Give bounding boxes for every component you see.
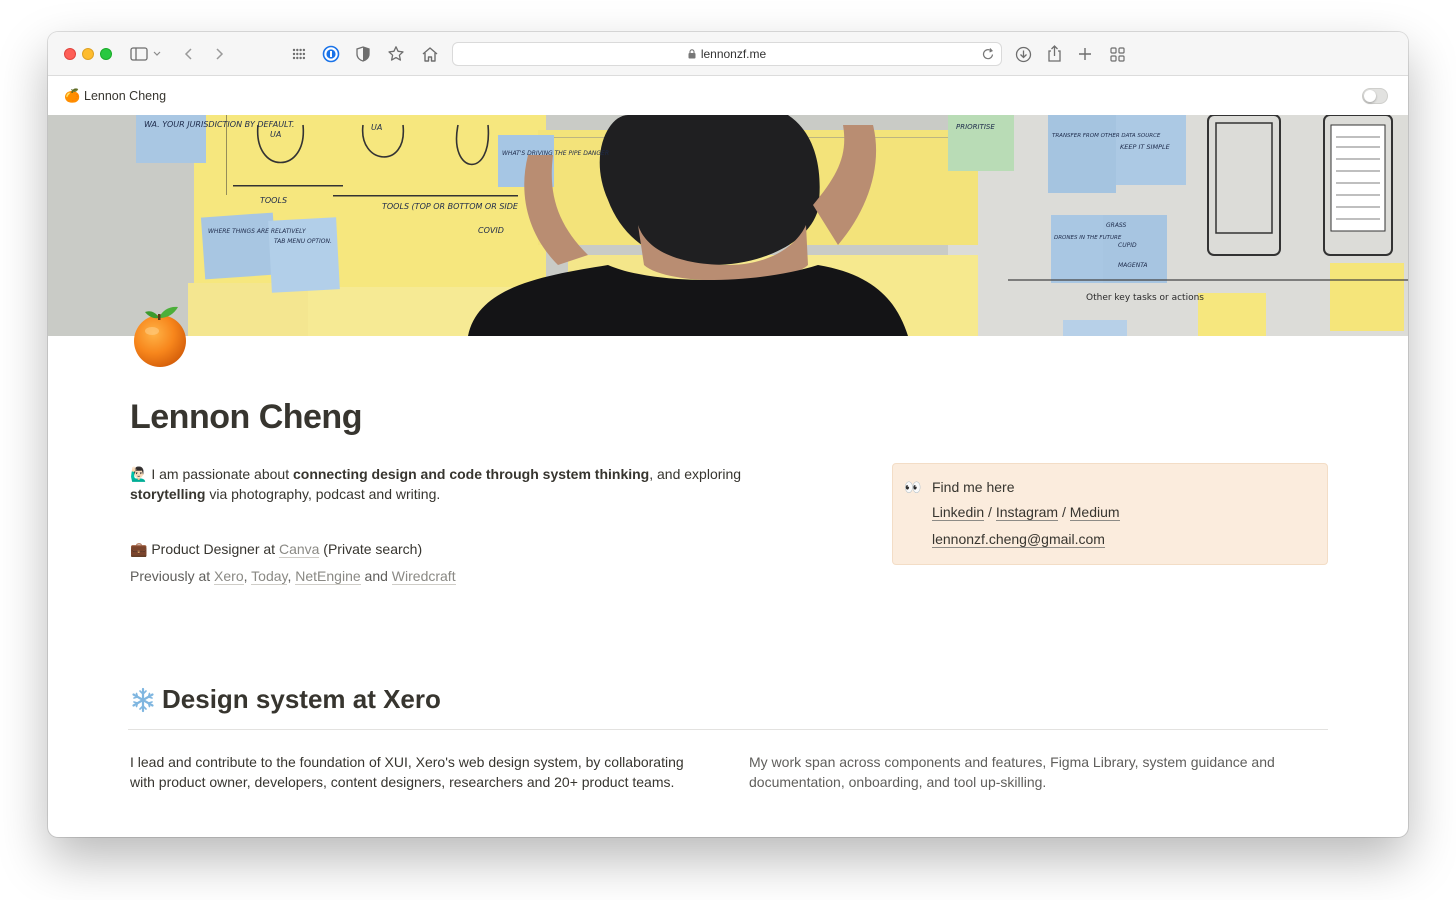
find-me-callout: 👀 Find me here Linkedin / Instagram / Me… xyxy=(892,463,1328,565)
sticky-note-text: MAGENTA xyxy=(1118,262,1147,269)
zoom-window-button[interactable] xyxy=(100,48,112,60)
job-text: Product Designer at xyxy=(147,541,279,557)
sticky-note-text: Other key tasks or actions xyxy=(1086,293,1204,303)
medium-link[interactable]: Medium xyxy=(1069,504,1120,521)
separator: / xyxy=(1058,504,1070,520)
sticky-note-text: KEEP IT SIMPLE xyxy=(1120,143,1171,151)
sticky-note-text: TOOLS xyxy=(260,196,287,205)
chevron-down-icon[interactable] xyxy=(150,43,164,65)
theme-toggle[interactable] xyxy=(1362,88,1388,104)
callout-title: Find me here xyxy=(932,479,1015,495)
browser-window: lennonzf.me 🍊 Lennon Cheng WA. YOUR JURI… xyxy=(48,32,1408,837)
section-heading: Design system at Xero xyxy=(130,684,441,715)
xero-link[interactable]: Xero xyxy=(214,568,244,585)
forward-icon[interactable] xyxy=(208,43,230,65)
instagram-link[interactable]: Instagram xyxy=(995,504,1059,521)
new-tab-icon[interactable] xyxy=(1074,43,1096,65)
tab-overview-icon[interactable] xyxy=(1106,43,1128,65)
orange-page-icon[interactable] xyxy=(132,304,190,370)
sticky-note-text: GRASS xyxy=(1106,222,1127,229)
share-icon[interactable] xyxy=(1043,43,1065,65)
separator: and xyxy=(360,568,392,584)
current-job: 💼 Product Designer at Canva (Private sea… xyxy=(130,539,422,559)
eyes-icon: 👀 xyxy=(904,479,922,495)
previous-label: Previously at xyxy=(130,568,215,584)
sticky-note-text: UA xyxy=(371,123,382,132)
sticky-note-text: WHERE THINGS ARE RELATIVELY xyxy=(208,228,307,235)
url-text: lennonzf.me xyxy=(700,47,767,61)
email-row: lennonzf.cheng@gmail.com xyxy=(932,531,1105,548)
lock-icon xyxy=(688,49,696,59)
section-title: Design system at Xero xyxy=(162,684,441,714)
linkedin-link[interactable]: Linkedin xyxy=(932,504,985,521)
reload-icon[interactable] xyxy=(982,47,995,61)
shield-icon[interactable] xyxy=(352,43,374,65)
wiredcraft-link[interactable]: Wiredcraft xyxy=(391,568,456,585)
password-manager-icon[interactable] xyxy=(320,43,342,65)
address-bar[interactable]: lennonzf.me xyxy=(452,42,1002,66)
sticky-note-text: COVID xyxy=(478,226,504,235)
social-links: Linkedin / Instagram / Medium xyxy=(932,504,1120,521)
intro-bold-text: storytelling xyxy=(130,486,206,502)
intro-text: , and exploring xyxy=(649,466,742,482)
section-left-text: I lead and contribute to the foundation … xyxy=(130,754,684,790)
downloads-icon[interactable] xyxy=(1012,43,1034,65)
browser-toolbar: lennonzf.me xyxy=(48,32,1408,76)
sidebar-icon[interactable] xyxy=(128,43,150,65)
minimize-window-button[interactable] xyxy=(82,48,94,60)
bookmark-star-icon[interactable] xyxy=(385,43,407,65)
orange-favicon-icon: 🍊 xyxy=(64,88,81,103)
job-text: (Private search) xyxy=(319,541,423,557)
section-divider xyxy=(128,729,1328,730)
snowflake-icon xyxy=(130,687,156,713)
sticky-note-text: PRIORITISE xyxy=(956,123,995,131)
back-icon[interactable] xyxy=(178,43,200,65)
previous-jobs: Previously at Xero, Today, NetEngine and… xyxy=(130,566,456,586)
sticky-note-text: WHAT'S DRIVING THE PIPE DANGER xyxy=(502,150,609,157)
person-emoji-icon: 🙋🏻‍♂️ xyxy=(130,466,148,482)
cover-image: WA. YOUR JURISDICTION BY DEFAULT. UA UA … xyxy=(48,115,1408,336)
sticky-note-text: CUPID xyxy=(1118,242,1137,249)
apps-grid-icon[interactable] xyxy=(288,43,310,65)
notion-topbar: 🍊 Lennon Cheng xyxy=(48,77,1408,115)
intro-text: I am passionate about xyxy=(147,466,293,482)
intro-paragraph: 🙋🏻‍♂️ I am passionate about connecting d… xyxy=(130,464,790,504)
sticky-note-text: WA. YOUR JURISDICTION BY DEFAULT. xyxy=(144,120,294,129)
section-right-text: My work span across components and featu… xyxy=(749,754,1275,790)
sticky-note-text: TAB MENU OPTION. xyxy=(274,238,332,245)
home-icon[interactable] xyxy=(419,43,441,65)
intro-bold-text: connecting design and code through syste… xyxy=(292,466,650,482)
intro-text: via photography, podcast and writing. xyxy=(205,486,441,502)
today-link[interactable]: Today xyxy=(251,568,288,585)
sticky-note-text: UA xyxy=(270,130,281,139)
separator: / xyxy=(984,504,996,520)
briefcase-icon: 💼 xyxy=(130,541,148,557)
email-link[interactable]: lennonzf.cheng@gmail.com xyxy=(932,531,1105,548)
sticky-note-text: TRANSFER FROM OTHER DATA SOURCE xyxy=(1052,133,1161,139)
sticky-note-text: TOOLS (TOP OR BOTTOM OR SIDE xyxy=(382,202,519,211)
breadcrumb-page-title[interactable]: Lennon Cheng xyxy=(84,89,166,103)
page-title: Lennon Cheng xyxy=(130,398,362,436)
netengine-link[interactable]: NetEngine xyxy=(295,568,361,585)
canva-link[interactable]: Canva xyxy=(278,541,320,558)
close-window-button[interactable] xyxy=(64,48,76,60)
sticky-note-text: DRONES IN THE FUTURE xyxy=(1054,235,1122,241)
